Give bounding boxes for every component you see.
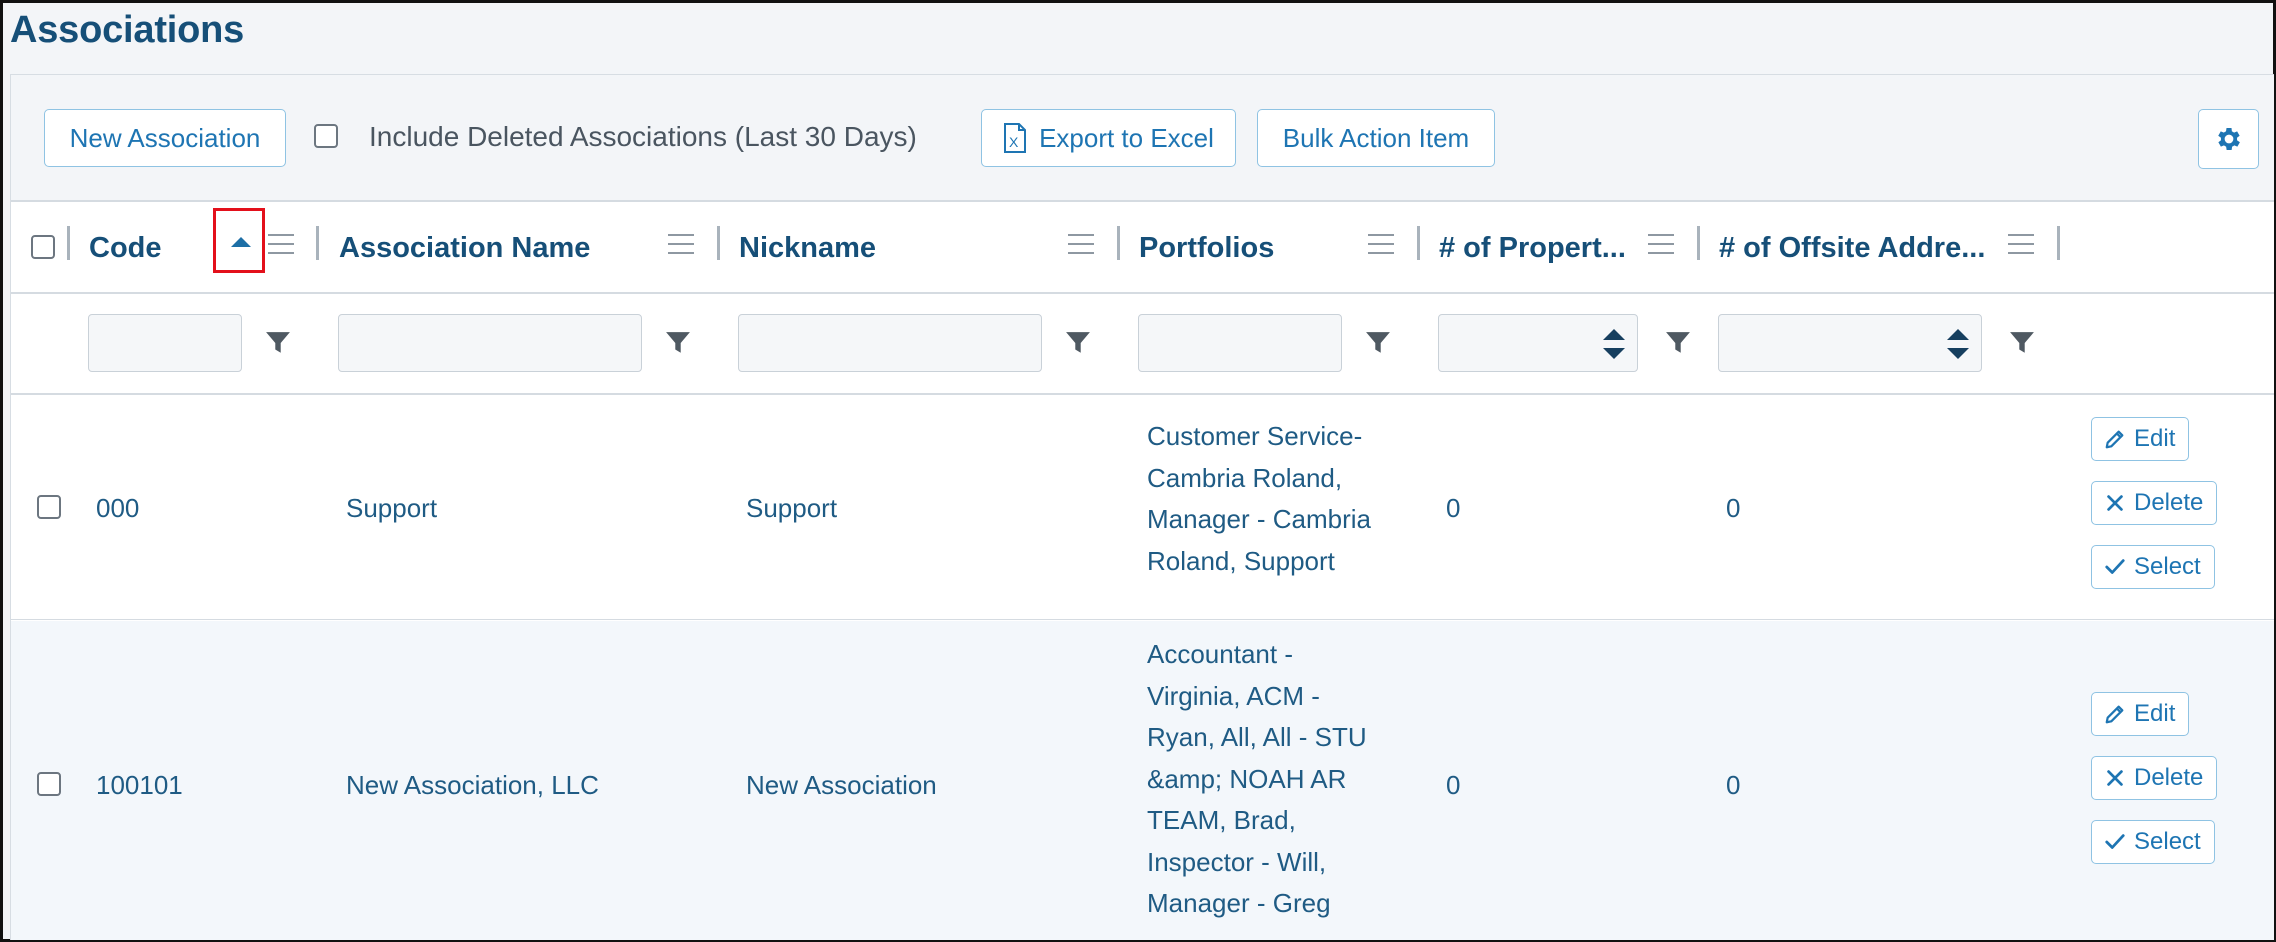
page-title: Associations (10, 9, 245, 51)
nickname-cell: Support (746, 493, 838, 523)
association-name-filter-input[interactable] (338, 314, 642, 372)
gear-icon (2217, 128, 2240, 150)
filter-icon[interactable] (1664, 330, 1692, 356)
export-to-excel-button[interactable]: X Export to Excel (981, 109, 1236, 167)
column-header-code[interactable]: Code (89, 232, 162, 265)
association-name-cell: New Association, LLC (346, 770, 599, 800)
column-menu-icon[interactable] (268, 234, 294, 256)
row-2-select-button[interactable]: Select (2091, 820, 2215, 864)
num-offsite-cell: 0 (1726, 493, 1741, 523)
column-separator (1697, 226, 1700, 260)
filter-icon[interactable] (1364, 330, 1392, 356)
num-offsite-filter-input[interactable] (1718, 314, 1982, 372)
edit-label: Edit (2134, 700, 2176, 727)
nickname-filter-input[interactable] (738, 314, 1042, 372)
column-menu-icon[interactable] (1068, 234, 1094, 256)
num-properties-cell: 0 (1446, 770, 1461, 800)
num-properties-filter-input[interactable] (1438, 314, 1638, 372)
code-cell: 100101 (96, 770, 183, 800)
portfolios-filter-input[interactable] (1138, 314, 1342, 372)
excel-file-icon: X (1004, 123, 1027, 153)
row-1-select-button[interactable]: Select (2091, 545, 2215, 589)
column-header-association-name[interactable]: Association Name (339, 232, 590, 265)
delete-label: Delete (2134, 764, 2204, 791)
code-filter-input[interactable] (88, 314, 242, 372)
pencil-icon (2105, 705, 2124, 724)
column-separator (2057, 226, 2060, 260)
numeric-spinner-icon[interactable] (1947, 329, 1969, 359)
column-separator (1117, 226, 1120, 260)
nickname-cell: New Association (746, 770, 937, 800)
column-header-num-offsite-addresses[interactable]: # of Offsite Addre... (1719, 232, 1985, 265)
app-frame: Associations New Association Include Del… (0, 0, 2276, 942)
portfolios-cell: Customer Service- Cambria Roland, Manage… (1147, 421, 1371, 576)
filter-icon[interactable] (2008, 330, 2036, 356)
association-name-cell: Support (346, 493, 438, 523)
include-deleted-label: Include Deleted Associations (Last 30 Da… (369, 121, 917, 152)
svg-text:X: X (1009, 134, 1019, 150)
code-cell: 000 (96, 493, 140, 523)
column-separator (316, 226, 319, 260)
column-header-num-properties[interactable]: # of Propert... (1439, 232, 1626, 265)
column-separator (67, 226, 70, 260)
edit-label: Edit (2134, 425, 2176, 452)
filter-icon[interactable] (664, 330, 692, 356)
column-header-row: Code Association Name Nickname Portfolio… (11, 202, 2274, 294)
table-row[interactable]: 000 Support Support Customer Service- Ca… (11, 395, 2274, 620)
column-separator (1417, 226, 1420, 260)
column-header-portfolios[interactable]: Portfolios (1139, 232, 1274, 265)
grid-settings-button[interactable] (2198, 109, 2259, 169)
check-icon (2105, 559, 2125, 574)
sort-ascending-indicator[interactable] (213, 208, 265, 273)
num-offsite-cell: 0 (1726, 770, 1741, 800)
row-2-delete-button[interactable]: Delete (2091, 756, 2218, 800)
select-label: Select (2134, 828, 2201, 855)
row-1-delete-button[interactable]: Delete (2091, 481, 2218, 525)
row-1-edit-button[interactable]: Edit (2091, 417, 2190, 461)
row-select-checkbox[interactable] (37, 772, 61, 796)
toolbar: New Association Include Deleted Associat… (11, 75, 2274, 202)
row-select-checkbox[interactable] (37, 495, 61, 519)
include-deleted-checkbox[interactable] (314, 124, 338, 148)
close-icon (2107, 770, 2123, 786)
filter-icon[interactable] (264, 330, 292, 356)
delete-label: Delete (2134, 489, 2204, 516)
select-all-checkbox[interactable] (31, 235, 55, 259)
column-header-nickname[interactable]: Nickname (739, 232, 876, 265)
bulk-action-item-button[interactable]: Bulk Action Item (1257, 109, 1495, 167)
table-row[interactable]: 100101 New Association, LLC New Associat… (11, 621, 2274, 940)
column-menu-icon[interactable] (2008, 234, 2034, 256)
export-to-excel-label: Export to Excel (1039, 122, 1214, 153)
sort-up-icon (231, 237, 251, 247)
filter-icon[interactable] (1064, 330, 1092, 356)
column-separator (717, 226, 720, 260)
column-menu-icon[interactable] (668, 234, 694, 256)
numeric-spinner-icon[interactable] (1603, 329, 1625, 359)
row-2-edit-button[interactable]: Edit (2091, 692, 2190, 736)
filter-row (11, 294, 2274, 395)
num-properties-cell: 0 (1446, 493, 1461, 523)
select-label: Select (2134, 553, 2201, 580)
portfolios-cell: Accountant - Virginia, ACM - Ryan, All, … (1147, 639, 1367, 918)
check-icon (2105, 834, 2125, 849)
column-menu-icon[interactable] (1368, 234, 1394, 256)
pencil-icon (2105, 430, 2124, 449)
new-association-button[interactable]: New Association (44, 109, 286, 167)
column-menu-icon[interactable] (1648, 234, 1674, 256)
close-icon (2107, 495, 2123, 511)
associations-grid-panel: New Association Include Deleted Associat… (10, 74, 2274, 940)
